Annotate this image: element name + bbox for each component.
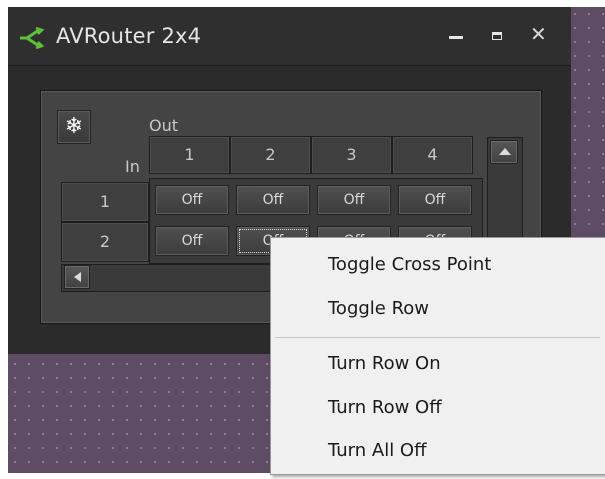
router-icon <box>20 27 45 49</box>
menu-item-turn-row-on[interactable]: Turn Row On <box>271 344 604 384</box>
wheel-icon: ❄ <box>64 114 84 139</box>
crosspoint-2-1[interactable]: Off <box>155 226 229 256</box>
menu-item-turn-all-off[interactable]: Turn All Off <box>271 431 604 471</box>
row-header-2[interactable]: 2 <box>61 222 149 262</box>
menu-item-toggle-cross-point[interactable]: Toggle Cross Point <box>271 245 604 285</box>
menu-item-turn-row-off[interactable]: Turn Row Off <box>271 388 604 428</box>
minimize-button[interactable] <box>444 25 468 49</box>
crosspoint-1-1[interactable]: Off <box>155 185 229 215</box>
close-button[interactable]: ✕ <box>528 22 552 49</box>
settings-button[interactable]: ❄ <box>57 110 91 144</box>
out-label: Out <box>149 116 179 135</box>
column-header-4[interactable]: 4 <box>392 136 473 174</box>
title-bar[interactable]: AVRouter 2x4 ✕ <box>8 7 571 66</box>
menu-item-toggle-row[interactable]: Toggle Row <box>271 289 604 329</box>
in-label: In <box>125 157 140 176</box>
window-title: AVRouter 2x4 <box>56 24 202 48</box>
column-header-2[interactable]: 2 <box>230 136 311 174</box>
arrow-up-icon <box>499 148 511 155</box>
row-header-1[interactable]: 1 <box>61 182 149 222</box>
arrow-left-icon <box>74 272 81 282</box>
scroll-up-button[interactable] <box>490 140 518 164</box>
close-icon: ✕ <box>530 22 547 46</box>
maximize-button[interactable] <box>486 25 510 49</box>
maximize-icon <box>492 32 502 40</box>
minimize-icon <box>449 36 463 39</box>
crosspoint-1-2[interactable]: Off <box>236 185 310 215</box>
crosspoint-1-3[interactable]: Off <box>317 185 391 215</box>
menu-separator <box>275 337 600 338</box>
scroll-left-button[interactable] <box>64 265 90 289</box>
column-header-1[interactable]: 1 <box>149 136 230 174</box>
crosspoint-1-4[interactable]: Off <box>398 185 472 215</box>
context-menu: Toggle Cross Point Toggle Row Turn Row O… <box>270 237 605 475</box>
column-header-3[interactable]: 3 <box>311 136 392 174</box>
